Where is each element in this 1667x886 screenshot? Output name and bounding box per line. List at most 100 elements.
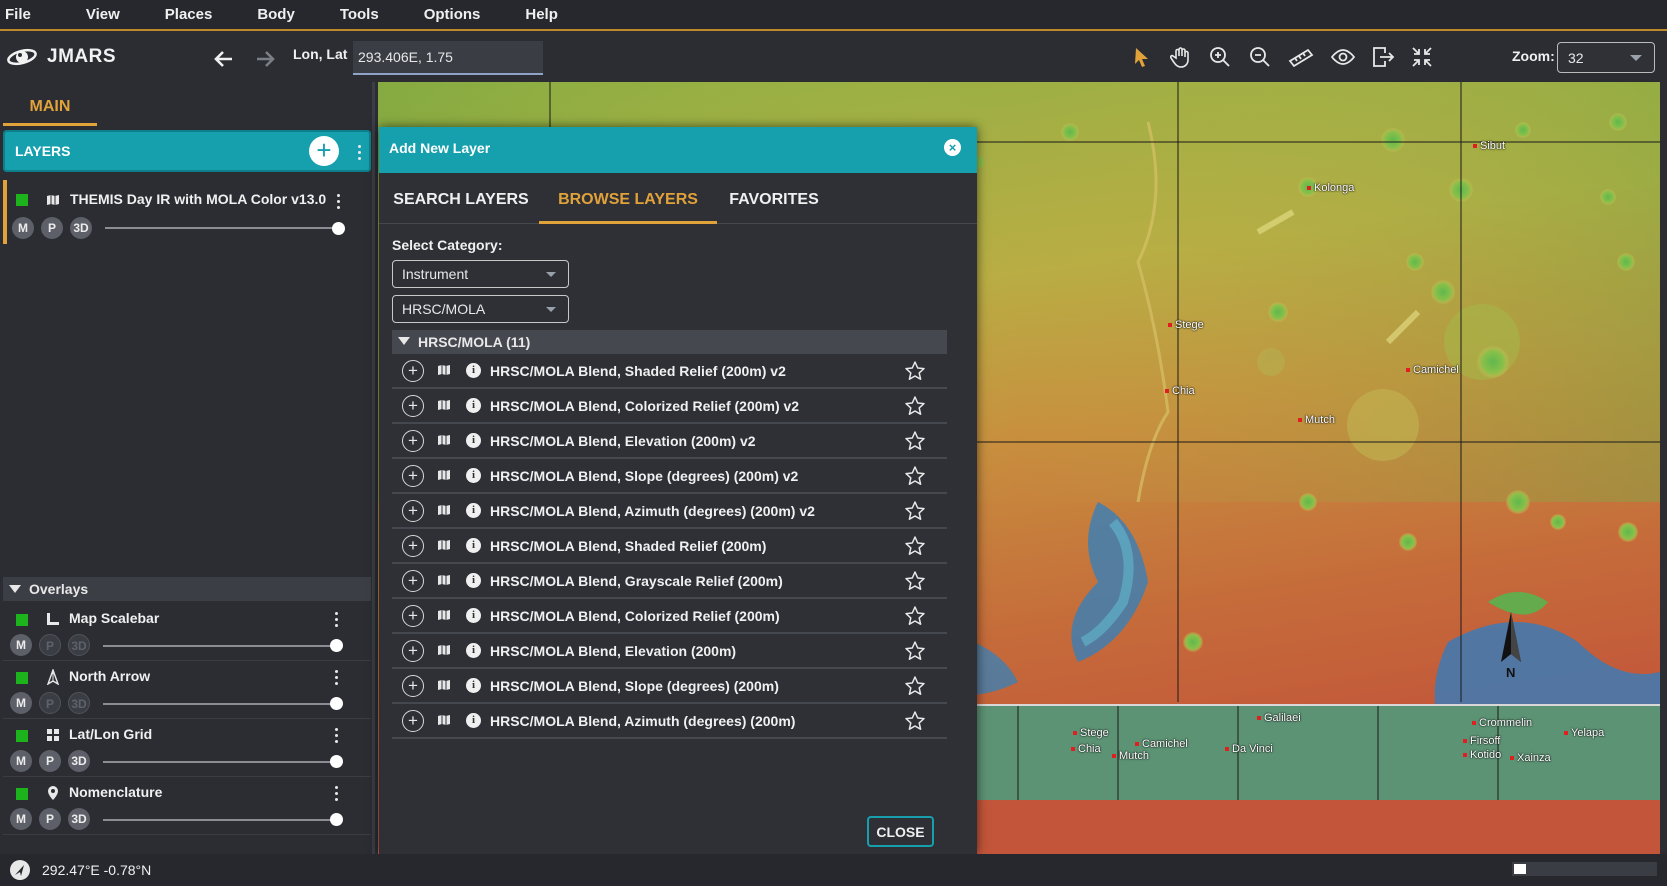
tab-favorites[interactable]: FAVORITES — [724, 173, 824, 224]
3d-view-button[interactable]: 3D — [70, 217, 92, 239]
menu-places[interactable]: Places — [160, 6, 213, 23]
info-icon[interactable]: i — [466, 398, 481, 413]
opacity-slider[interactable] — [103, 819, 337, 821]
info-icon[interactable]: i — [466, 713, 481, 728]
info-icon[interactable]: i — [466, 503, 481, 518]
opacity-slider[interactable] — [103, 645, 337, 647]
list-item[interactable]: + i HRSC/MOLA Blend, Colorized Relief (200… — [392, 389, 947, 424]
menu-tools[interactable]: Tools — [335, 6, 379, 23]
star-icon[interactable] — [904, 395, 926, 417]
opacity-slider[interactable] — [103, 703, 337, 705]
opacity-slider[interactable] — [105, 227, 339, 229]
panner-view-button[interactable]: P — [39, 808, 61, 830]
overlay-options-icon[interactable] — [333, 786, 339, 802]
zoom-out-icon[interactable] — [1247, 44, 1273, 70]
overlay-row-nomenclature[interactable]: Nomenclature M P 3D — [3, 777, 371, 835]
overlay-visible-checkbox[interactable] — [16, 730, 28, 742]
info-icon[interactable]: i — [466, 538, 481, 553]
info-icon[interactable]: i — [466, 678, 481, 693]
add-circle-icon[interactable]: + — [402, 605, 424, 627]
overlay-options-icon[interactable] — [333, 728, 339, 744]
menu-view[interactable]: View — [81, 6, 120, 23]
category-select[interactable]: Instrument — [392, 260, 569, 288]
zoom-select[interactable]: 32 — [1557, 42, 1655, 73]
list-item[interactable]: + i HRSC/MOLA Blend, Slope (degrees) (200m… — [392, 669, 947, 704]
overlay-options-icon[interactable] — [333, 612, 339, 628]
layers-menu-icon[interactable] — [356, 145, 362, 161]
subcategory-select[interactable]: HRSC/MOLA — [392, 295, 569, 323]
layer-visible-checkbox[interactable] — [16, 194, 28, 206]
main-view-button[interactable]: M — [10, 750, 32, 772]
list-item[interactable]: + i HRSC/MOLA Blend, Grayscale Relief (200… — [392, 564, 947, 599]
list-item[interactable]: + i HRSC/MOLA Blend, Shaded Relief (200m) — [392, 529, 947, 564]
close-button[interactable]: CLOSE — [867, 816, 934, 847]
add-circle-icon[interactable]: + — [402, 395, 424, 417]
list-item[interactable]: + i HRSC/MOLA Blend, Azimuth (degrees) (20… — [392, 494, 947, 529]
overlay-visible-checkbox[interactable] — [16, 614, 28, 626]
ruler-icon[interactable] — [1288, 44, 1314, 70]
list-item[interactable]: + i HRSC/MOLA Blend, Elevation (200m) v2 — [392, 424, 947, 459]
opacity-slider-handle[interactable] — [332, 222, 345, 235]
menu-file[interactable]: File — [0, 6, 31, 23]
group-header[interactable]: HRSC/MOLA (11) — [392, 330, 947, 354]
info-icon[interactable]: i — [466, 468, 481, 483]
main-view-button[interactable]: M — [10, 634, 32, 656]
export-icon[interactable] — [1370, 44, 1396, 70]
tab-browse-layers[interactable]: BROWSE LAYERS — [539, 173, 717, 224]
overlay-visible-checkbox[interactable] — [16, 672, 28, 684]
panner-scroll-thumb[interactable] — [1514, 864, 1526, 874]
panel-splitter[interactable] — [372, 82, 375, 854]
info-icon[interactable]: i — [466, 643, 481, 658]
star-icon[interactable] — [904, 430, 926, 452]
3d-view-button[interactable]: 3D — [68, 808, 90, 830]
add-circle-icon[interactable]: + — [402, 500, 424, 522]
tab-search-layers[interactable]: SEARCH LAYERS — [391, 173, 531, 224]
add-circle-icon[interactable]: + — [402, 430, 424, 452]
main-view-button[interactable]: M — [10, 692, 32, 714]
menu-body[interactable]: Body — [252, 6, 295, 23]
add-circle-icon[interactable]: + — [402, 465, 424, 487]
overlay-row-scalebar[interactable]: Map Scalebar M P 3D — [3, 603, 371, 661]
list-item[interactable]: + i HRSC/MOLA Blend, Colorized Relief (200… — [392, 599, 947, 634]
main-view-button[interactable]: M — [12, 217, 34, 239]
layer-options-icon[interactable] — [335, 194, 341, 210]
star-icon[interactable] — [904, 675, 926, 697]
close-icon[interactable]: × — [944, 139, 961, 156]
main-view-button[interactable]: M — [10, 808, 32, 830]
star-icon[interactable] — [904, 465, 926, 487]
info-icon[interactable]: i — [466, 608, 481, 623]
forward-arrow-icon[interactable] — [253, 47, 277, 71]
star-icon[interactable] — [904, 710, 926, 732]
overlay-row-north-arrow[interactable]: North Arrow M P 3D — [3, 661, 371, 719]
star-icon[interactable] — [904, 570, 926, 592]
star-icon[interactable] — [904, 360, 926, 382]
overlay-options-icon[interactable] — [333, 670, 339, 686]
info-icon[interactable]: i — [466, 433, 481, 448]
list-item[interactable]: + i HRSC/MOLA Blend, Elevation (200m) — [392, 634, 947, 669]
panner-view-button[interactable]: P — [41, 217, 63, 239]
star-icon[interactable] — [904, 605, 926, 627]
list-item[interactable]: + i HRSC/MOLA Blend, Slope (degrees) (200m… — [392, 459, 947, 494]
star-icon[interactable] — [904, 500, 926, 522]
tab-main[interactable]: MAIN — [3, 92, 97, 126]
overlays-header[interactable]: Overlays — [3, 577, 371, 601]
eye-icon[interactable] — [1330, 44, 1356, 70]
opacity-slider[interactable] — [103, 761, 337, 763]
info-icon[interactable]: i — [466, 573, 481, 588]
star-icon[interactable] — [904, 535, 926, 557]
3d-view-button[interactable]: 3D — [68, 750, 90, 772]
select-arrow-icon[interactable] — [1129, 44, 1155, 70]
panner-scrollbar[interactable] — [1512, 862, 1657, 876]
add-circle-icon[interactable]: + — [402, 640, 424, 662]
overlay-row-latlon-grid[interactable]: Lat/Lon Grid M P 3D — [3, 719, 371, 777]
pan-hand-icon[interactable] — [1168, 44, 1194, 70]
navigation-icon[interactable] — [9, 859, 31, 881]
add-circle-icon[interactable]: + — [402, 570, 424, 592]
list-item[interactable]: + i HRSC/MOLA Blend, Azimuth (degrees) (20… — [392, 704, 947, 739]
add-circle-icon[interactable]: + — [402, 710, 424, 732]
zoom-in-icon[interactable] — [1207, 44, 1233, 70]
add-circle-icon[interactable]: + — [402, 360, 424, 382]
opacity-slider-handle[interactable] — [330, 639, 343, 652]
star-icon[interactable] — [904, 640, 926, 662]
layer-row-themis[interactable]: THEMIS Day IR with MOLA Color v13.0 M P … — [3, 180, 371, 244]
